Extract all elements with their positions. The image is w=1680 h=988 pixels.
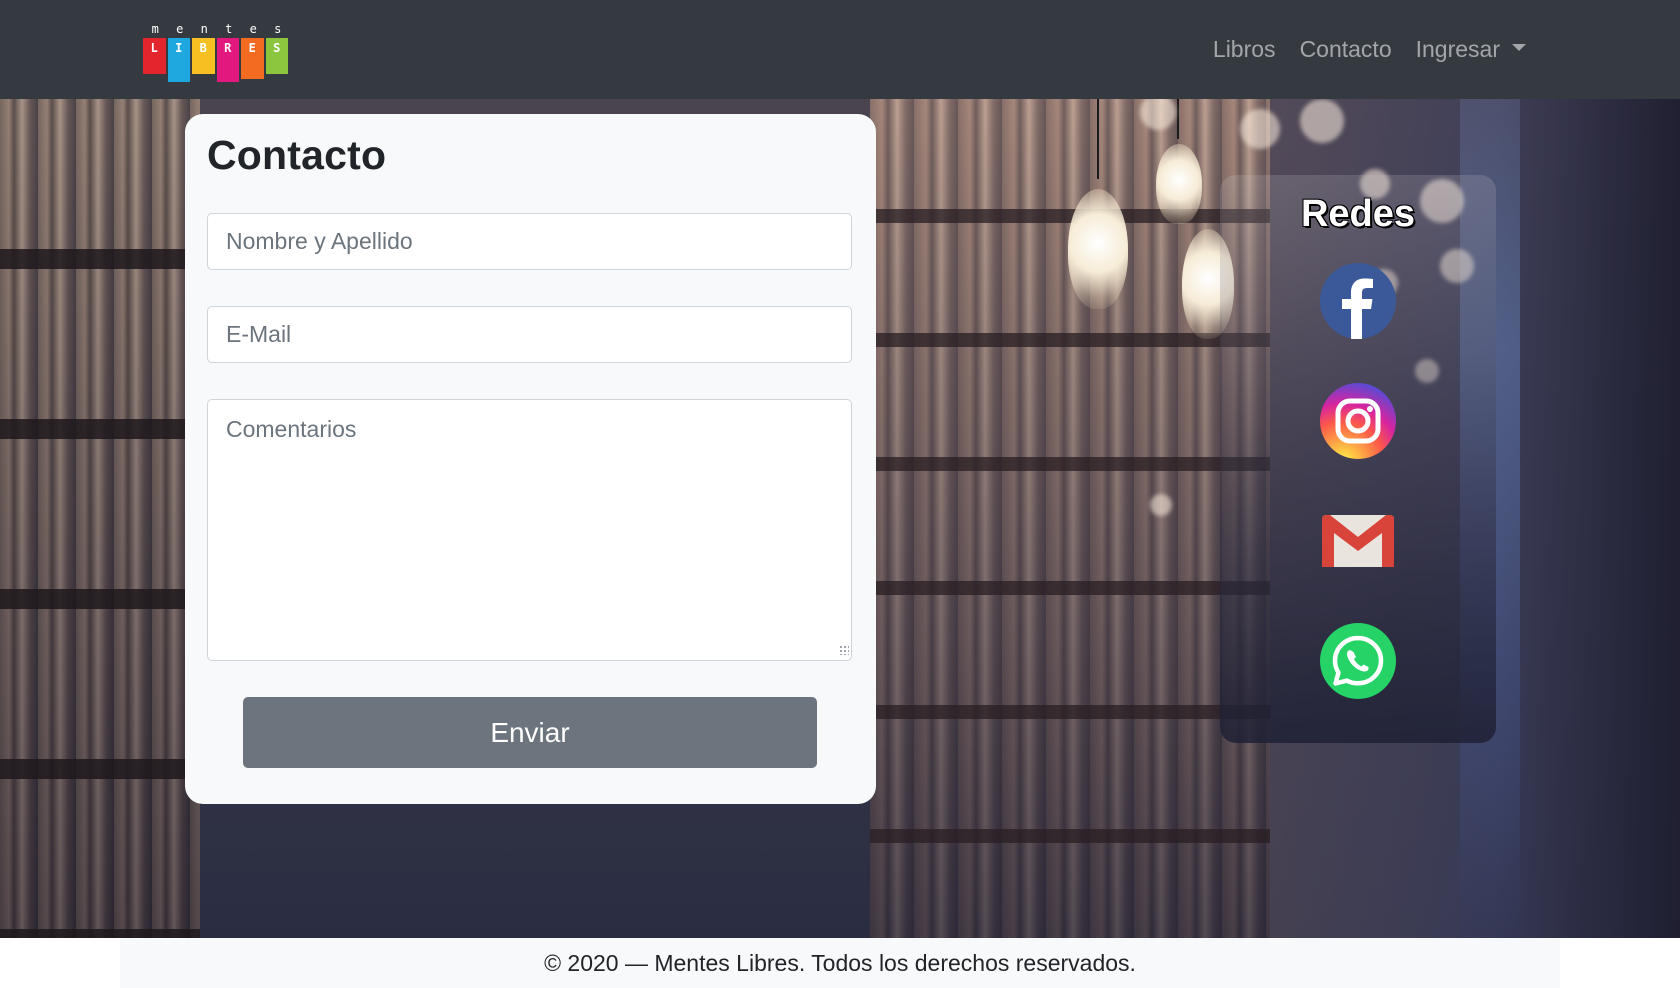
logo-block: E <box>241 38 264 79</box>
logo-block: B <box>192 38 215 74</box>
nav-dropdown-label: Ingresar <box>1415 36 1500 62</box>
bokeh-light <box>1150 494 1172 516</box>
whatsapp-link[interactable] <box>1320 623 1396 699</box>
logo-block: L <box>143 38 166 74</box>
caret-down-icon <box>1512 44 1526 51</box>
logo-blocks: L I B R E S <box>143 38 291 82</box>
bokeh-light <box>1300 99 1344 143</box>
name-input[interactable] <box>207 213 852 270</box>
email-input[interactable] <box>207 306 852 363</box>
instagram-icon <box>1320 383 1396 459</box>
facebook-link[interactable] <box>1320 263 1396 339</box>
logo-block: S <box>265 38 288 74</box>
gmail-icon <box>1322 515 1394 567</box>
logo-block: I <box>167 38 190 82</box>
nav-dropdown-ingresar[interactable]: Ingresar <box>1416 36 1526 63</box>
nav-links: Libros Contacto Ingresar <box>1213 36 1526 63</box>
light-bulb <box>1156 144 1202 224</box>
send-button[interactable]: Enviar <box>243 697 817 768</box>
instagram-link[interactable] <box>1320 383 1396 459</box>
facebook-icon <box>1320 263 1396 339</box>
contact-title: Contacto <box>207 132 387 178</box>
brand-logo[interactable]: m e n t e s L I B R E S <box>143 22 291 82</box>
nav-link-libros[interactable]: Libros <box>1213 36 1276 63</box>
nav-link-contacto[interactable]: Contacto <box>1300 36 1392 63</box>
navbar: m e n t e s L I B R E S Libros Contacto … <box>0 0 1680 99</box>
footer-copyright: © 2020 — Mentes Libres. Todos los derech… <box>544 950 1136 976</box>
bookshelf-left-shade <box>0 99 200 938</box>
social-title: Redes <box>1300 193 1416 235</box>
logo-block: R <box>216 38 239 82</box>
bokeh-light <box>1240 109 1280 149</box>
logo-top-letters: m e n t e s <box>151 22 282 36</box>
resize-grip-icon[interactable] <box>839 645 849 655</box>
footer: © 2020 — Mentes Libres. Todos los derech… <box>0 938 1680 988</box>
lamp-wire <box>1097 99 1099 179</box>
contact-form-card: Contacto Enviar <box>185 114 876 804</box>
lamp-wire <box>1177 99 1179 139</box>
social-panel: Redes <box>1220 175 1496 743</box>
gmail-link[interactable] <box>1320 503 1396 579</box>
comments-textarea[interactable] <box>207 399 852 661</box>
light-bulb <box>1068 189 1128 309</box>
whatsapp-icon <box>1320 623 1396 699</box>
